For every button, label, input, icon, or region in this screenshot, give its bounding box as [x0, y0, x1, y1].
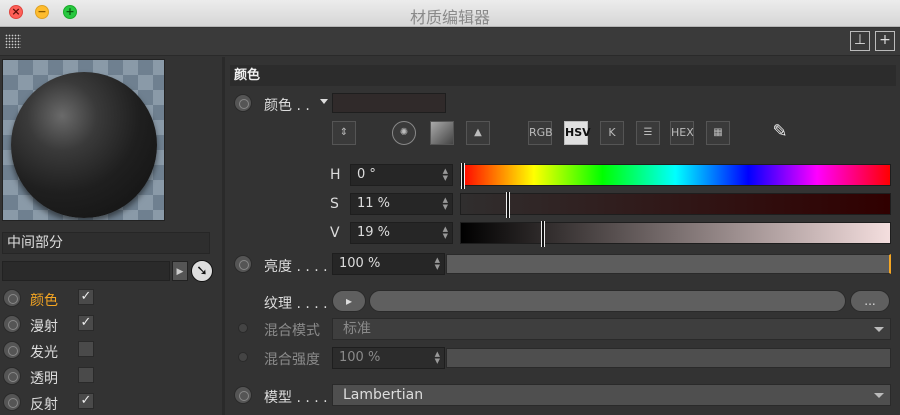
blend-strength-slider[interactable]	[446, 348, 891, 368]
brightness-slider[interactable]	[446, 254, 891, 274]
hue-slider[interactable]	[460, 163, 891, 189]
stepper-icon[interactable]: ▲ ▼	[443, 226, 448, 240]
kelvin-button[interactable]: K	[600, 121, 624, 145]
channel-checkbox[interactable]	[78, 367, 94, 383]
spectrum-icon[interactable]: ⇕	[332, 121, 356, 145]
h-input[interactable]: 0 ° ▲ ▼	[350, 164, 453, 186]
brightness-radio[interactable]	[234, 255, 252, 273]
channel-row-glow[interactable]: 发光	[0, 338, 210, 364]
section-name: 中间部分	[2, 232, 210, 254]
eyedropper-icon[interactable]: ✎	[768, 121, 792, 145]
s-label: S	[330, 196, 339, 212]
channel-label[interactable]: 反射	[30, 394, 58, 414]
stepper-icon[interactable]: ▲ ▼	[443, 197, 448, 211]
grid-icon[interactable]	[5, 34, 21, 48]
chevron-down-icon	[874, 393, 884, 398]
unlock-icon[interactable]: ⊥	[850, 31, 870, 51]
v-input[interactable]: 19 % ▲ ▼	[350, 222, 453, 244]
saturation-slider-handle[interactable]	[506, 192, 510, 218]
channel-checkbox[interactable]: ✓	[78, 315, 94, 331]
blend-strength-input[interactable]: 100 % ▲ ▼	[332, 347, 445, 369]
image-icon[interactable]: ▲	[466, 121, 490, 145]
radio-icon[interactable]	[3, 341, 21, 359]
channel-label[interactable]: 发光	[30, 342, 58, 362]
rgb-button[interactable]: RGB	[528, 121, 553, 145]
color-label: 颜色 . .	[264, 98, 310, 114]
s-input[interactable]: 11 % ▲ ▼	[350, 193, 453, 215]
left-input[interactable]	[2, 261, 170, 281]
plus-box-icon[interactable]: +	[875, 31, 895, 51]
blend-strength-value: 100 %	[339, 350, 381, 365]
stepper-icon[interactable]: ▲ ▼	[443, 168, 448, 182]
model-label: 模型 . . . .	[264, 390, 328, 406]
channel-label[interactable]: 透明	[30, 368, 58, 388]
h-label: H	[330, 167, 341, 183]
v-value: 19 %	[357, 225, 391, 240]
radio-icon[interactable]	[3, 367, 21, 385]
blend-strength-radio[interactable]	[238, 352, 248, 362]
channel-checkbox[interactable]	[78, 341, 94, 357]
blend-mode-label: 混合模式	[264, 323, 320, 339]
radio-icon[interactable]	[3, 289, 21, 307]
right-panel: 颜色 颜色 . . ⇕ ✺ ▲ RGB HSV K ☰ HEX ▦ ✎ H 0 …	[226, 57, 900, 415]
color-swatch[interactable]	[332, 93, 446, 113]
s-value: 11 %	[357, 196, 391, 211]
window-title: 材质编辑器	[409, 8, 490, 27]
h-value: 0 °	[357, 167, 376, 182]
toolbar: ⊥ +	[0, 28, 900, 56]
radio-icon[interactable]	[3, 393, 21, 411]
gradient-icon[interactable]	[430, 121, 454, 145]
saturation-slider[interactable]	[460, 192, 891, 218]
mixer-icon[interactable]: ☰	[636, 121, 660, 145]
brightness-input[interactable]: 100 % ▲ ▼	[332, 253, 445, 275]
brightness-label: 亮度 . . . .	[264, 259, 328, 275]
channel-row-transparency[interactable]: 透明	[0, 364, 210, 390]
texture-slot[interactable]	[369, 290, 846, 312]
blend-strength-label: 混合强度	[264, 352, 320, 368]
left-panel: 中间部分 ▶ ➘ 颜色 ✓ 漫射 ✓ 发光 透明 反射 ✓	[0, 57, 222, 415]
value-slider-handle[interactable]	[541, 221, 545, 247]
model-dropdown[interactable]: Lambertian	[332, 384, 891, 406]
material-preview[interactable]	[2, 59, 165, 221]
chevron-down-icon	[874, 327, 884, 332]
stepper-icon[interactable]: ▲ ▼	[435, 257, 440, 271]
texture-arrow-button[interactable]: ▸	[332, 290, 366, 312]
blend-mode-radio[interactable]	[238, 323, 248, 333]
channel-row-diffuse[interactable]: 漫射 ✓	[0, 312, 210, 338]
radio-icon[interactable]	[3, 315, 21, 333]
color-radio[interactable]	[234, 94, 252, 112]
channel-label[interactable]: 颜色	[30, 290, 58, 310]
preview-sphere	[11, 72, 157, 218]
blend-mode-value: 标准	[343, 321, 371, 337]
color-wheel-icon[interactable]: ✺	[392, 121, 416, 145]
cursor-icon[interactable]: ➘	[191, 260, 213, 282]
panel-divider[interactable]	[222, 57, 225, 415]
play-arrow-icon[interactable]: ▶	[172, 261, 188, 281]
chevron-down-icon[interactable]	[320, 99, 328, 104]
model-radio[interactable]	[234, 386, 252, 404]
texture-more-button[interactable]: ...	[850, 290, 890, 312]
hex-button[interactable]: HEX	[670, 121, 694, 145]
texture-label: 纹理 . . . .	[264, 296, 328, 312]
v-label: V	[330, 225, 340, 241]
swatches-icon[interactable]: ▦	[706, 121, 730, 145]
hue-slider-handle[interactable]	[461, 163, 465, 189]
model-value: Lambertian	[343, 387, 424, 403]
channel-row-color[interactable]: 颜色 ✓	[0, 286, 210, 312]
channel-row-reflection[interactable]: 反射 ✓	[0, 390, 210, 415]
title-bar: × − + 材质编辑器	[0, 0, 900, 27]
channel-checkbox[interactable]: ✓	[78, 393, 94, 409]
channel-label[interactable]: 漫射	[30, 316, 58, 336]
section-title: 颜色	[230, 65, 896, 86]
hsv-button[interactable]: HSV	[564, 121, 591, 145]
stepper-icon[interactable]: ▲ ▼	[435, 351, 440, 365]
blend-mode-dropdown[interactable]: 标准	[332, 318, 891, 340]
channel-checkbox[interactable]: ✓	[78, 289, 94, 305]
brightness-value: 100 %	[339, 256, 381, 271]
value-slider[interactable]	[460, 221, 891, 247]
